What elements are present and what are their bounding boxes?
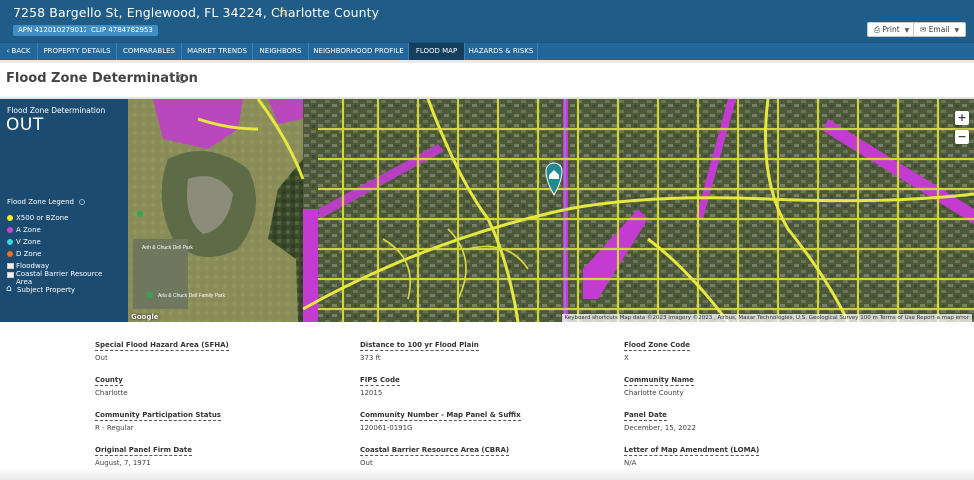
detail-zone-code: Flood Zone Code X (624, 332, 691, 362)
clip-badge: CLIP 4784782953 (86, 25, 158, 36)
zoom-out-button[interactable]: − (955, 130, 969, 144)
chevron-down-icon: ▼ (954, 27, 960, 34)
detail-cbra: Coastal Barrier Resource Area (CBRA) Out (360, 437, 510, 467)
tab-hazards-risks[interactable]: HAZARDS & RISKS (465, 43, 538, 60)
detail-label: Flood Zone Code (624, 341, 691, 351)
bottom-fade (0, 468, 974, 480)
detail-fips: FIPS Code 12015 (360, 367, 400, 397)
print-button[interactable]: ⎙ Print ▼ (867, 22, 917, 37)
legend-label: Coastal Barrier Resource Area (16, 270, 103, 286)
property-address: 7258 Bargello St, Englewood, FL 34224, C… (13, 5, 380, 20)
legend-label: D Zone (16, 250, 42, 258)
envelope-icon: ✉ (920, 25, 927, 34)
detail-value: Charlotte County (624, 389, 684, 397)
map-imagery: Arla & Chuck Dell Family Park Anh & Chuc… (128, 99, 974, 322)
legend-label: X500 or BZone (16, 214, 69, 222)
legend-label: V Zone (16, 238, 41, 246)
detail-label: Original Panel Firm Date (95, 446, 192, 456)
detail-participation: Community Participation Status R - Regul… (95, 402, 221, 432)
detail-value: Charlotte (95, 389, 128, 397)
magenta-dot-icon (7, 227, 13, 233)
legend-info-icon[interactable] (79, 199, 85, 205)
tab-neighbors[interactable]: NEIGHBORS (253, 43, 309, 60)
printer-icon: ⎙ (874, 25, 880, 34)
zoom-in-button[interactable]: + (955, 111, 969, 125)
map-attribution[interactable]: Keyboard shortcuts Map data ©2023 Imager… (561, 314, 972, 322)
detail-label: Coastal Barrier Resource Area (CBRA) (360, 446, 510, 456)
email-label: Email (928, 25, 950, 34)
detail-value: August, 7, 1971 (95, 459, 151, 467)
detail-distance: Distance to 100 yr Flood Plain 373 ft (360, 332, 479, 362)
detail-value: December, 15, 2022 (624, 424, 696, 432)
legend-label: Subject Property (17, 286, 76, 294)
cbra-swatch-icon (7, 272, 14, 278)
flood-map[interactable]: Arla & Chuck Dell Family Park Anh & Chuc… (128, 99, 974, 322)
detail-value: 373 ft (360, 354, 381, 362)
detail-label: County (95, 376, 123, 386)
flood-status: OUT (6, 115, 44, 135)
detail-label: Community Name (624, 376, 694, 386)
detail-label: Special Flood Hazard Area (SFHA) (95, 341, 229, 351)
detail-value: N/A (624, 459, 637, 467)
detail-label: Panel Date (624, 411, 667, 421)
detail-value: R - Regular (95, 424, 134, 432)
detail-community-name: Community Name Charlotte County (624, 367, 694, 397)
tab-flood-map[interactable]: FLOOD MAP (409, 43, 465, 60)
chevron-down-icon: ▼ (904, 27, 910, 34)
legend-label: A Zone (16, 226, 41, 234)
detail-value: 120061-0191G (360, 424, 413, 432)
detail-label: Community Number - Map Panel & Suffix (360, 411, 521, 421)
orange-dot-icon (7, 251, 13, 257)
detail-loma: Letter of Map Amendment (LOMA) N/A (624, 437, 760, 467)
tab-comparables[interactable]: COMPARABLES (117, 43, 182, 60)
detail-value: 12015 (360, 389, 383, 397)
email-button[interactable]: ✉ Email ▼ (913, 22, 967, 37)
page-title: Flood Zone Determination (6, 71, 198, 86)
detail-sfha: Special Flood Hazard Area (SFHA) Out (95, 332, 229, 362)
floodway-swatch-icon (7, 263, 14, 269)
legend-label: Floodway (16, 262, 50, 270)
detail-value: Out (360, 459, 373, 467)
tab-market-trends[interactable]: MARKET TRENDS (182, 43, 253, 60)
detail-label: FIPS Code (360, 376, 400, 386)
tab-back[interactable]: ‹ BACK (0, 43, 38, 60)
flood-legend-panel: Flood Zone Determination OUT Flood Zone … (0, 99, 128, 322)
print-label: Print (882, 25, 900, 34)
tab-band (0, 60, 974, 63)
tab-back-label: BACK (11, 47, 31, 55)
report-tabs: ‹ BACK PROPERTY DETAILS COMPARABLES MARK… (0, 42, 974, 60)
detail-label: Community Participation Status (95, 411, 221, 421)
park-label: Anh & Chuck Dell Park (142, 245, 193, 251)
detail-label: Distance to 100 yr Flood Plain (360, 341, 479, 351)
google-logo: Google (131, 313, 159, 321)
detail-community-number: Community Number - Map Panel & Suffix 12… (360, 402, 521, 432)
tab-neighborhood-profile[interactable]: NEIGHBORHOOD PROFILE (309, 43, 409, 60)
cyan-dot-icon (7, 239, 13, 245)
park-label: Arla & Chuck Dell Family Park (158, 293, 225, 299)
detail-county: County Charlotte (95, 367, 128, 397)
detail-label: Letter of Map Amendment (LOMA) (624, 446, 760, 456)
apn-badge: APN 412010279012 (13, 25, 93, 36)
legend-title: Flood Zone Legend (7, 198, 74, 206)
detail-firm-date: Original Panel Firm Date August, 7, 1971 (95, 437, 192, 467)
favorite-star-icon[interactable]: ☆ (277, 5, 289, 20)
detail-panel-date: Panel Date December, 15, 2022 (624, 402, 696, 432)
yellow-dot-icon (7, 215, 13, 221)
detail-value: X (624, 354, 629, 362)
info-icon[interactable]: i (178, 74, 187, 83)
panel-title: Flood Zone Determination (7, 106, 106, 115)
property-header: 7258 Bargello St, Englewood, FL 34224, C… (0, 0, 974, 42)
detail-value: Out (95, 354, 108, 362)
tab-property-details[interactable]: PROPERTY DETAILS (38, 43, 117, 60)
house-icon: ⌂ (6, 284, 12, 294)
